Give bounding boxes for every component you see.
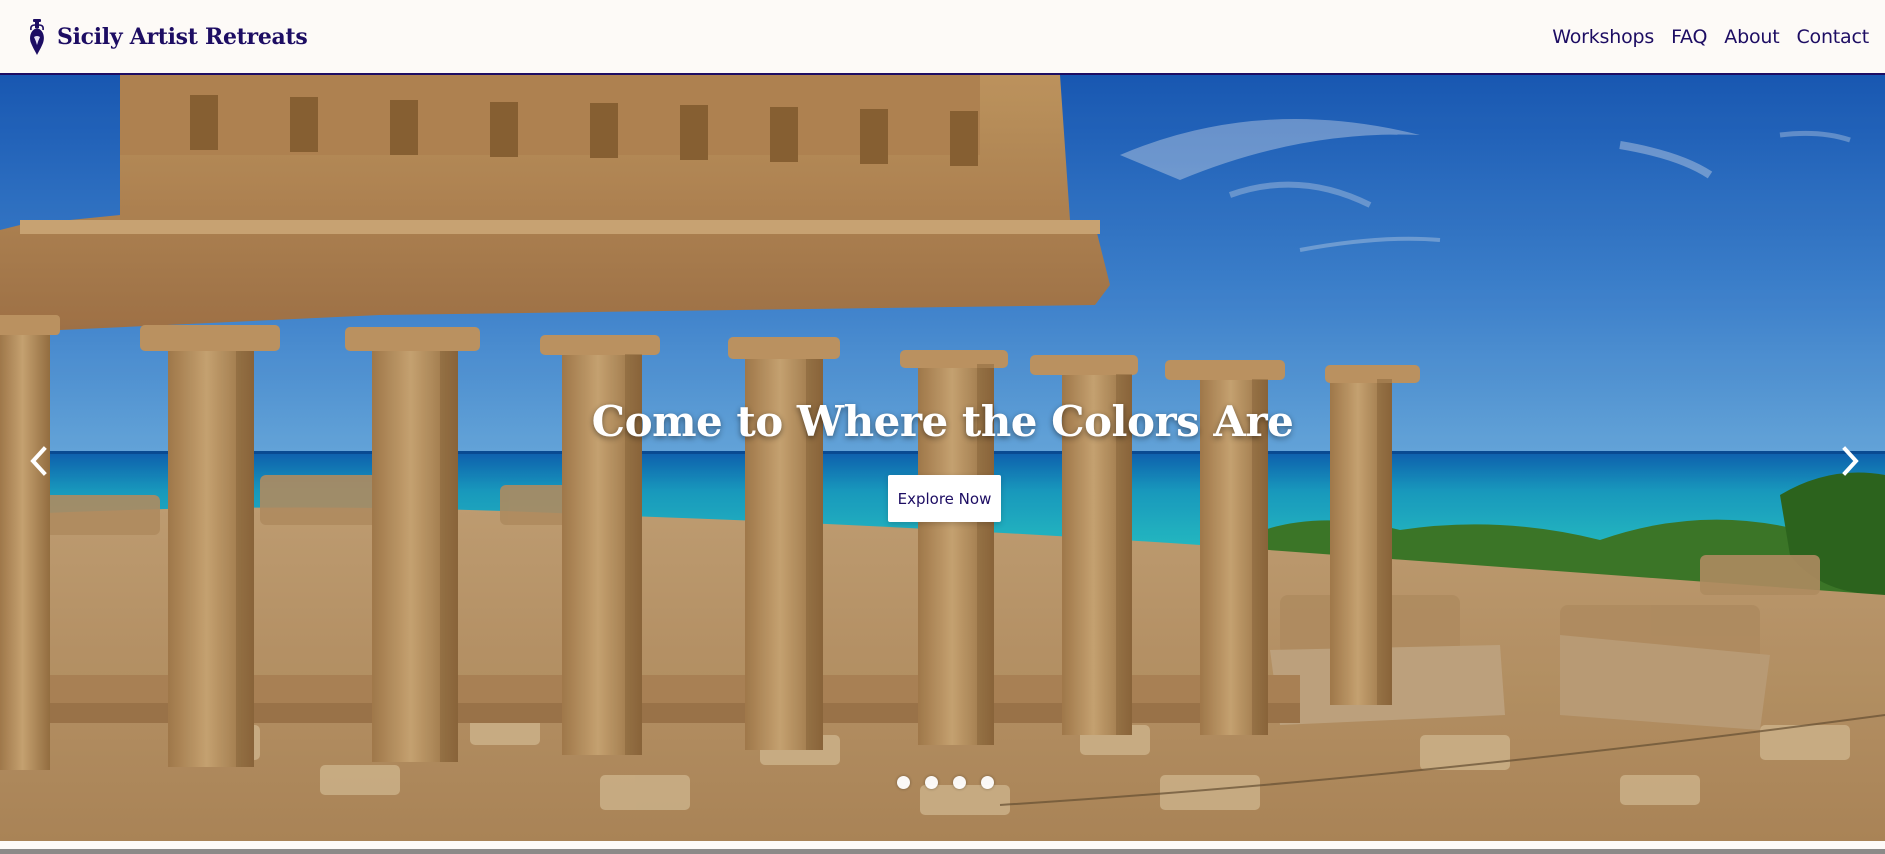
carousel-indicator-1[interactable] <box>897 776 910 789</box>
carousel-next-button[interactable] <box>1835 441 1865 481</box>
brand-link[interactable]: Sicily Artist Retreats <box>28 18 308 56</box>
nav-link-workshops[interactable]: Workshops <box>1552 26 1654 48</box>
next-section-edge <box>0 841 1885 854</box>
nav-link-contact[interactable]: Contact <box>1796 26 1869 48</box>
carousel-indicator-4[interactable] <box>981 776 994 789</box>
nav-link-about[interactable]: About <box>1724 26 1779 48</box>
main-nav: Workshops FAQ About Contact <box>1552 26 1869 48</box>
brand-name: Sicily Artist Retreats <box>57 24 308 50</box>
hero-carousel: Come to Where the Colors Are Explore Now <box>0 75 1885 841</box>
hero-title: Come to Where the Colors Are <box>591 397 1294 446</box>
amphora-icon <box>30 19 44 55</box>
carousel-indicator-2[interactable] <box>925 776 938 789</box>
carousel-prev-button[interactable] <box>24 441 54 481</box>
explore-now-button[interactable]: Explore Now <box>888 475 1001 522</box>
chevron-left-icon <box>30 446 47 476</box>
nav-link-faq[interactable]: FAQ <box>1671 26 1707 48</box>
hero-overlay <box>0 75 1885 841</box>
chevron-right-icon <box>1842 446 1859 476</box>
carousel-indicator-3[interactable] <box>953 776 966 789</box>
site-header: Sicily Artist Retreats Workshops FAQ Abo… <box>0 0 1885 74</box>
section-divider <box>0 849 1885 854</box>
carousel-indicators <box>897 776 994 789</box>
